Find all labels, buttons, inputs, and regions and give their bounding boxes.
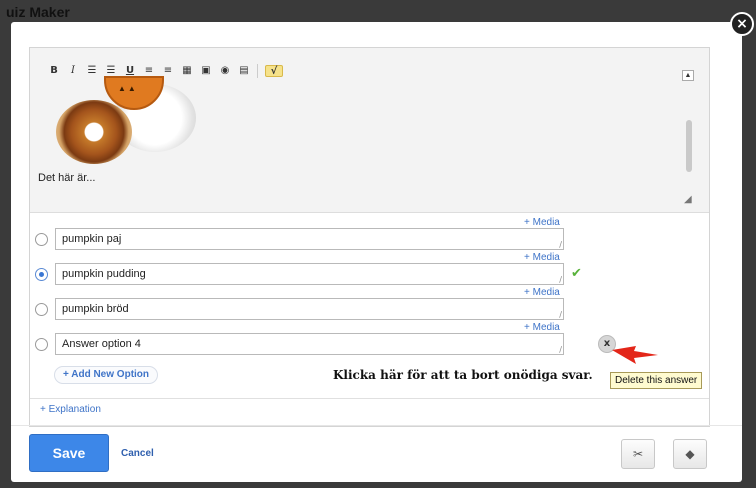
question-image: [44, 76, 204, 166]
rich-text-editor[interactable]: BI☰☰U≡≡▦▣◉▤√ ▲ Det här är... ◢: [30, 48, 709, 213]
add-media-link[interactable]: + Media: [524, 252, 560, 263]
link-icon[interactable]: ◉: [219, 65, 231, 77]
tools-icon[interactable]: ✂: [621, 439, 655, 469]
sqrt-icon[interactable]: √: [265, 65, 283, 77]
italic-icon[interactable]: I: [67, 65, 79, 77]
answer-radio[interactable]: [35, 233, 48, 246]
delete-answer-button[interactable]: x: [598, 335, 616, 353]
editor-toolbar: B I ☰ ☰ U ≡ ≡ ▦ ▣ ◉ ▤ √: [48, 62, 283, 80]
add-new-option-button[interactable]: + Add New Option: [54, 366, 159, 384]
image-icon[interactable]: ▣: [200, 65, 212, 77]
annotation-hint-text: Klicka här för att ta bort onödiga svar.: [333, 368, 593, 382]
toolbar-separator: [257, 64, 258, 78]
cancel-link[interactable]: Cancel: [121, 448, 154, 459]
background-app-title: uiz Maker: [6, 4, 70, 20]
question-text[interactable]: Det här är...: [33, 172, 673, 184]
bold-icon[interactable]: B: [48, 65, 60, 77]
add-media-link[interactable]: + Media: [524, 287, 560, 298]
tag-icon[interactable]: ◆: [673, 439, 707, 469]
scroll-up-icon[interactable]: ▲: [682, 70, 694, 81]
answer-radio[interactable]: [35, 303, 48, 316]
resize-grip-icon[interactable]: ◢: [684, 194, 696, 206]
divider: [30, 398, 709, 399]
add-explanation-link[interactable]: + Explanation: [40, 404, 101, 415]
answer-option-field[interactable]: Answer option 4: [55, 333, 564, 355]
answer-radio[interactable]: [35, 338, 48, 351]
editor-scrollbar[interactable]: [686, 120, 692, 172]
add-media-link[interactable]: + Media: [524, 322, 560, 333]
save-button[interactable]: Save: [29, 434, 109, 472]
close-icon[interactable]: ×: [730, 12, 754, 36]
ordered-list-icon[interactable]: ☰: [86, 65, 98, 77]
answer-option-field[interactable]: pumpkin bröd: [55, 298, 564, 320]
answer-option-field[interactable]: pumpkin pudding: [55, 263, 564, 285]
delete-answer-tooltip: Delete this answer: [610, 372, 703, 389]
modal-footer: Save Cancel ✂ ◆: [11, 425, 742, 482]
add-media-link[interactable]: + Media: [524, 217, 560, 228]
answer-radio[interactable]: [35, 268, 48, 281]
donut-image: [56, 100, 132, 164]
answer-option-field[interactable]: pumpkin paj: [55, 228, 564, 250]
table-icon[interactable]: ▦: [181, 65, 193, 77]
correct-answer-check-icon: ✔: [571, 266, 582, 281]
media-icon[interactable]: ▤: [238, 65, 250, 77]
question-editor-panel: BI☰☰U≡≡▦▣◉▤√ ▲ Det här är... ◢ + Add New…: [29, 47, 710, 427]
